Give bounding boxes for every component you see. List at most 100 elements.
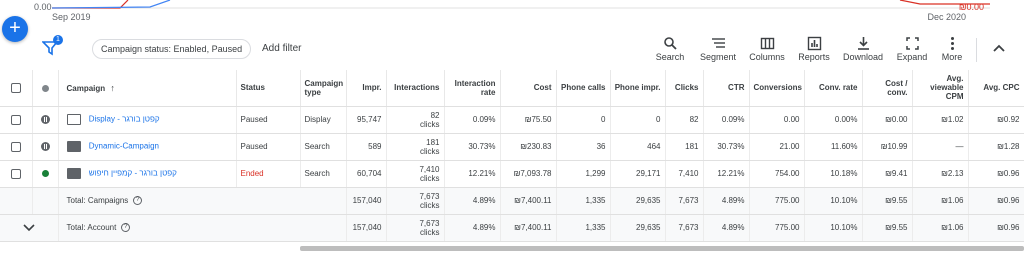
more-button[interactable]: More xyxy=(930,36,974,62)
campaign-status-filter-chip[interactable]: Campaign status: Enabled, Paused xyxy=(92,39,252,59)
col-clicks[interactable]: Clicks xyxy=(665,70,704,107)
row-checkbox[interactable] xyxy=(10,114,21,125)
reports-button[interactable]: Reports xyxy=(792,36,836,62)
row-checkbox-cell[interactable] xyxy=(0,106,33,134)
col-cost[interactable]: Cost xyxy=(500,70,557,107)
campaigns-table: Campaign ↑ Status Campaign type Impr. In… xyxy=(0,70,1024,242)
campaign-link[interactable]: קפטן בורגר - קמפיין חיפוש xyxy=(89,169,177,178)
avg-cpc-cell: ₪0.96 xyxy=(968,214,1024,242)
col-campaign[interactable]: Campaign ↑ xyxy=(58,70,237,107)
status-cell: Ended xyxy=(236,160,301,188)
right-axis-value: ₪0.00 xyxy=(958,2,984,12)
table-row[interactable]: Display - קפטן בורגר Paused Display 95,7… xyxy=(0,106,1024,134)
download-button[interactable]: Download xyxy=(841,36,885,62)
col-status[interactable]: Status xyxy=(236,70,301,107)
enabled-status-icon[interactable] xyxy=(41,170,49,178)
col-conv-rate[interactable]: Conv. rate xyxy=(804,70,863,107)
segment-button[interactable]: Segment xyxy=(696,36,740,62)
status-cell: Paused xyxy=(236,106,301,134)
chevron-down-icon[interactable] xyxy=(23,224,35,232)
search-campaign-icon xyxy=(66,168,81,179)
horizontal-scrollbar[interactable] xyxy=(300,246,1024,251)
impr-cell: 157,040 xyxy=(346,214,387,242)
select-all-checkbox-cell[interactable] xyxy=(0,70,33,107)
ctr-cell: 30.73% xyxy=(703,133,750,161)
col-phone-impr[interactable]: Phone impr. xyxy=(610,70,666,107)
chart-lines xyxy=(51,0,990,9)
campaign-name-cell[interactable]: Display - קפטן בורגר xyxy=(58,106,237,134)
interaction-rate-cell: 4.89% xyxy=(444,187,501,215)
avg-vcpm-cell: ₪1.02 xyxy=(912,106,969,134)
date-end-label: Dec 2020 xyxy=(927,12,966,22)
select-all-checkbox[interactable] xyxy=(10,82,21,93)
help-icon[interactable]: ? xyxy=(121,223,131,233)
col-conversions[interactable]: Conversions xyxy=(749,70,805,107)
paused-status-icon[interactable] xyxy=(40,115,50,125)
cost-conv-cell: ₪9.55 xyxy=(862,187,913,215)
create-button[interactable]: + xyxy=(2,16,28,42)
col-avg-cpc[interactable]: Avg. CPC xyxy=(968,70,1024,107)
empty-cell xyxy=(0,187,33,215)
add-filter-button[interactable]: Add filter xyxy=(262,43,301,54)
row-checkbox[interactable] xyxy=(10,168,21,179)
conversions-cell: 21.00 xyxy=(749,133,805,161)
interactions-value: 82 xyxy=(430,110,440,120)
total-campaigns-row: Total: Campaigns? 157,040 7,673 clicks 4.… xyxy=(0,187,1024,215)
col-interaction-rate[interactable]: Interaction rate xyxy=(444,70,501,107)
impr-cell: 95,747 xyxy=(346,106,387,134)
download-icon xyxy=(857,37,869,50)
col-interactions[interactable]: Interactions xyxy=(386,70,445,107)
campaign-link[interactable]: Dynamic-Campaign xyxy=(89,142,159,151)
sort-ascending-icon: ↑ xyxy=(110,82,115,93)
ctr-cell: 4.89% xyxy=(703,214,750,242)
segment-icon xyxy=(711,38,725,48)
row-checkbox-cell[interactable] xyxy=(0,160,33,188)
collapse-chevron-up-icon[interactable] xyxy=(990,40,1008,56)
row-checkbox-cell[interactable] xyxy=(0,133,33,161)
table-row[interactable]: Dynamic-Campaign Paused Search 589 181 cl… xyxy=(0,133,1024,161)
columns-button[interactable]: Columns xyxy=(745,36,789,62)
table-row[interactable]: קפטן בורגר - קמפיין חיפוש Ended Search 6… xyxy=(0,160,1024,188)
col-cost-conv[interactable]: Cost / conv. xyxy=(862,70,913,107)
series-blue-line xyxy=(51,0,171,9)
empty-cell xyxy=(32,187,59,215)
cost-conv-cell: ₪9.41 xyxy=(862,160,913,188)
row-status-cell[interactable] xyxy=(32,160,59,188)
interactions-unit: clicks xyxy=(419,146,440,156)
interactions-cell: 82 clicks xyxy=(386,106,445,134)
expand-totals-cell[interactable] xyxy=(0,214,59,242)
cost-cell: ₪7,400.11 xyxy=(500,187,557,215)
ctr-cell: 12.21% xyxy=(703,160,750,188)
conv-rate-cell: 10.10% xyxy=(804,214,863,242)
expand-button[interactable]: Expand xyxy=(890,36,934,62)
col-avg-viewable-cpm[interactable]: Avg. viewable CPM xyxy=(912,70,969,107)
search-icon xyxy=(663,37,677,50)
campaign-name-cell[interactable]: Dynamic-Campaign xyxy=(58,133,237,161)
row-checkbox[interactable] xyxy=(10,141,21,152)
col-ctr[interactable]: CTR xyxy=(703,70,750,107)
phone-calls-cell: 36 xyxy=(556,133,611,161)
search-campaign-icon xyxy=(66,141,81,152)
avg-vcpm-cell: ₪2.13 xyxy=(912,160,969,188)
total-account-row: Total: Account? 157,040 7,673 clicks 4.89… xyxy=(0,214,1024,242)
phone-calls-cell: 1,335 xyxy=(556,187,611,215)
row-status-cell[interactable] xyxy=(32,106,59,134)
paused-status-icon[interactable] xyxy=(40,142,50,152)
avg-cpc-cell: ₪1.28 xyxy=(968,133,1024,161)
search-button[interactable]: Search xyxy=(648,36,692,62)
col-campaign-type[interactable]: Campaign type xyxy=(300,70,347,107)
col-phone-calls[interactable]: Phone calls xyxy=(556,70,611,107)
status-dot-icon xyxy=(41,84,49,92)
cost-conv-cell: ₪10.99 xyxy=(862,133,913,161)
phone-calls-cell: 1,335 xyxy=(556,214,611,242)
clicks-cell: 7,673 xyxy=(665,187,704,215)
avg-vcpm-cell: — xyxy=(912,133,969,161)
cost-cell: ₪7,400.11 xyxy=(500,214,557,242)
row-status-cell[interactable] xyxy=(32,133,59,161)
campaign-name-cell[interactable]: קפטן בורגר - קמפיין חיפוש xyxy=(58,160,237,188)
phone-impr-cell: 464 xyxy=(610,133,666,161)
avg-cpc-cell: ₪0.96 xyxy=(968,160,1024,188)
campaign-link[interactable]: Display - קפטן בורגר xyxy=(89,115,160,124)
col-impr[interactable]: Impr. xyxy=(346,70,387,107)
help-icon[interactable]: ? xyxy=(133,196,143,206)
